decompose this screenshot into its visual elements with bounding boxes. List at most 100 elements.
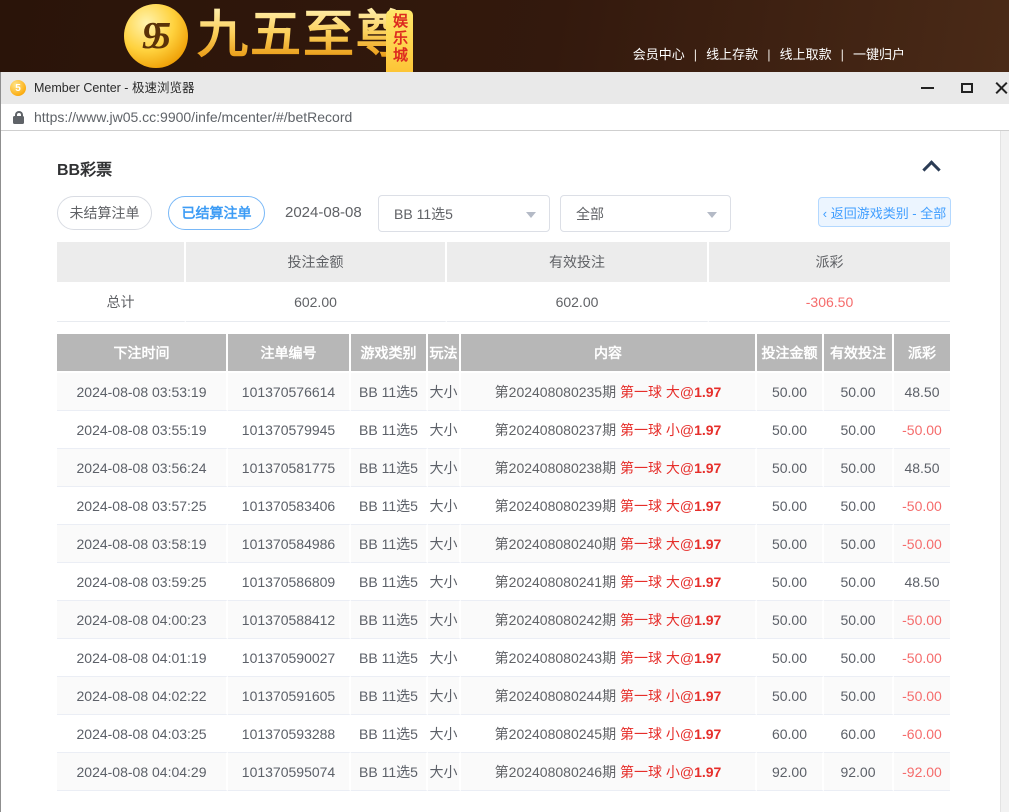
bet-id-cell: 101370586809	[228, 563, 351, 601]
settled-tab-button[interactable]: 已结算注单	[168, 196, 265, 230]
summary-valid-bet: 602.00	[447, 282, 709, 322]
bet-time-cell: 2024-08-08 04:01:19	[57, 639, 228, 677]
bet-odds: 1.97	[694, 764, 721, 780]
payout-cell: -50.00	[894, 677, 950, 715]
bet-time-cell: 2024-08-08 03:59:25	[57, 563, 228, 601]
nav-item[interactable]: 一键归户	[853, 47, 905, 62]
game-type-cell: BB 11选5	[351, 563, 428, 601]
summary-total-label: 总计	[57, 282, 186, 322]
valid-bet-cell: 60.00	[824, 715, 894, 753]
game-type-cell: BB 11选5	[351, 753, 428, 791]
bet-period: 第202408080238期	[495, 460, 616, 476]
payout-cell: 48.50	[894, 373, 950, 411]
brand-logo-text: 九五至尊	[197, 7, 409, 65]
maximize-button[interactable]	[950, 72, 984, 104]
play-type-cell: 大小	[428, 753, 461, 791]
bet-time-cell: 2024-08-08 04:04:29	[57, 753, 228, 791]
bet-time-cell: 2024-08-08 04:00:23	[57, 601, 228, 639]
table-row: 2024-08-08 03:59:25101370586809BB 11选5大小…	[57, 563, 950, 601]
collapse-chevron-icon[interactable]	[922, 160, 940, 178]
bet-pick: 第一球 小@	[620, 726, 694, 742]
logo-mark: 95	[142, 14, 170, 58]
chevron-down-icon	[707, 212, 717, 218]
bet-odds: 1.97	[694, 536, 721, 552]
play-type-cell: 大小	[428, 449, 461, 487]
scrollbar[interactable]	[1000, 131, 1009, 812]
payout-cell: -92.00	[894, 753, 950, 791]
game-type-cell: BB 11选5	[351, 715, 428, 753]
summary-total-row: 总计 602.00 602.00 -306.50	[57, 282, 950, 322]
game-type-cell: BB 11选5	[351, 411, 428, 449]
table-row: 2024-08-08 04:00:23101370588412BB 11选5大小…	[57, 601, 950, 639]
game-type-cell: BB 11选5	[351, 373, 428, 411]
favicon-icon: 5	[10, 80, 26, 96]
summary-table: 投注金额 有效投注 派彩 总计 602.00 602.00 -306.50	[57, 242, 950, 322]
play-type-cell: 大小	[428, 601, 461, 639]
bet-odds: 1.97	[694, 422, 721, 438]
bet-content-cell: 第202408080235期 第一球 大@1.97	[461, 373, 757, 411]
date-picker[interactable]: 2024-08-08	[285, 204, 362, 221]
summary-header-valid-bet: 有效投注	[447, 242, 709, 282]
bet-pick: 第一球 小@	[620, 764, 694, 780]
window-titlebar: 5 Member Center - 极速浏览器	[0, 72, 1009, 104]
bet-period: 第202408080241期	[495, 574, 616, 590]
column-header: 内容	[461, 334, 757, 373]
bet-content-cell: 第202408080241期 第一球 大@1.97	[461, 563, 757, 601]
bet-period: 第202408080243期	[495, 650, 616, 666]
bet-table-body: 2024-08-08 03:53:19101370576614BB 11选5大小…	[57, 373, 950, 791]
close-button[interactable]	[984, 72, 1009, 104]
bet-amount-cell: 50.00	[757, 487, 824, 525]
bet-time-cell: 2024-08-08 03:58:19	[57, 525, 228, 563]
summary-header-blank	[57, 242, 186, 282]
nav-separator: |	[694, 47, 697, 62]
valid-bet-cell: 50.00	[824, 677, 894, 715]
summary-header-bet-amount: 投注金额	[186, 242, 447, 282]
bet-pick: 第一球 大@	[620, 650, 694, 666]
favicon-glyph: 5	[15, 83, 21, 94]
bet-odds: 1.97	[694, 384, 721, 400]
minimize-icon	[921, 87, 934, 89]
bet-id-cell: 101370590027	[228, 639, 351, 677]
bet-pick: 第一球 大@	[620, 574, 694, 590]
payout-cell: 48.50	[894, 449, 950, 487]
top-nav: 会员中心|线上存款|线上取款|一键归户	[633, 44, 905, 63]
play-type-select[interactable]: 全部	[560, 195, 731, 232]
payout-cell: -50.00	[894, 525, 950, 563]
valid-bet-cell: 50.00	[824, 373, 894, 411]
bet-id-cell: 101370584986	[228, 525, 351, 563]
bet-amount-cell: 92.00	[757, 753, 824, 791]
bet-amount-cell: 50.00	[757, 525, 824, 563]
bet-pick: 第一球 小@	[620, 422, 694, 438]
bet-amount-cell: 50.00	[757, 639, 824, 677]
bet-period: 第202408080240期	[495, 536, 616, 552]
nav-item[interactable]: 会员中心	[633, 47, 685, 62]
bet-content-cell: 第202408080240期 第一球 大@1.97	[461, 525, 757, 563]
minimize-button[interactable]	[910, 72, 944, 104]
bet-content-cell: 第202408080246期 第一球 小@1.97	[461, 753, 757, 791]
play-type-cell: 大小	[428, 525, 461, 563]
back-to-game-category-button[interactable]: ‹ 返回游戏类别 - 全部	[818, 197, 951, 227]
play-type-cell: 大小	[428, 373, 461, 411]
maximize-icon	[961, 83, 973, 93]
window-border	[0, 72, 1, 812]
play-type-cell: 大小	[428, 487, 461, 525]
game-type-select-value: BB 11选5	[394, 204, 453, 224]
bet-amount-cell: 50.00	[757, 411, 824, 449]
summary-header-row: 投注金额 有效投注 派彩	[57, 242, 950, 282]
bet-content-cell: 第202408080237期 第一球 小@1.97	[461, 411, 757, 449]
bet-time-cell: 2024-08-08 03:55:19	[57, 411, 228, 449]
table-row: 2024-08-08 04:01:19101370590027BB 11选5大小…	[57, 639, 950, 677]
url-text[interactable]: https://www.jw05.cc:9900/infe/mcenter/#/…	[34, 104, 352, 131]
column-header: 下注时间	[57, 334, 228, 373]
bet-amount-cell: 50.00	[757, 563, 824, 601]
address-bar[interactable]: https://www.jw05.cc:9900/infe/mcenter/#/…	[0, 104, 1009, 131]
play-type-cell: 大小	[428, 677, 461, 715]
bet-period: 第202408080244期	[495, 688, 616, 704]
table-row: 2024-08-08 03:53:19101370576614BB 11选5大小…	[57, 373, 950, 411]
unsettled-tab-button[interactable]: 未结算注单	[57, 196, 152, 230]
nav-item[interactable]: 线上存款	[706, 47, 758, 62]
game-type-select[interactable]: BB 11选5	[378, 195, 550, 232]
bet-amount-cell: 60.00	[757, 715, 824, 753]
bet-odds: 1.97	[694, 612, 721, 628]
nav-item[interactable]: 线上取款	[780, 47, 832, 62]
